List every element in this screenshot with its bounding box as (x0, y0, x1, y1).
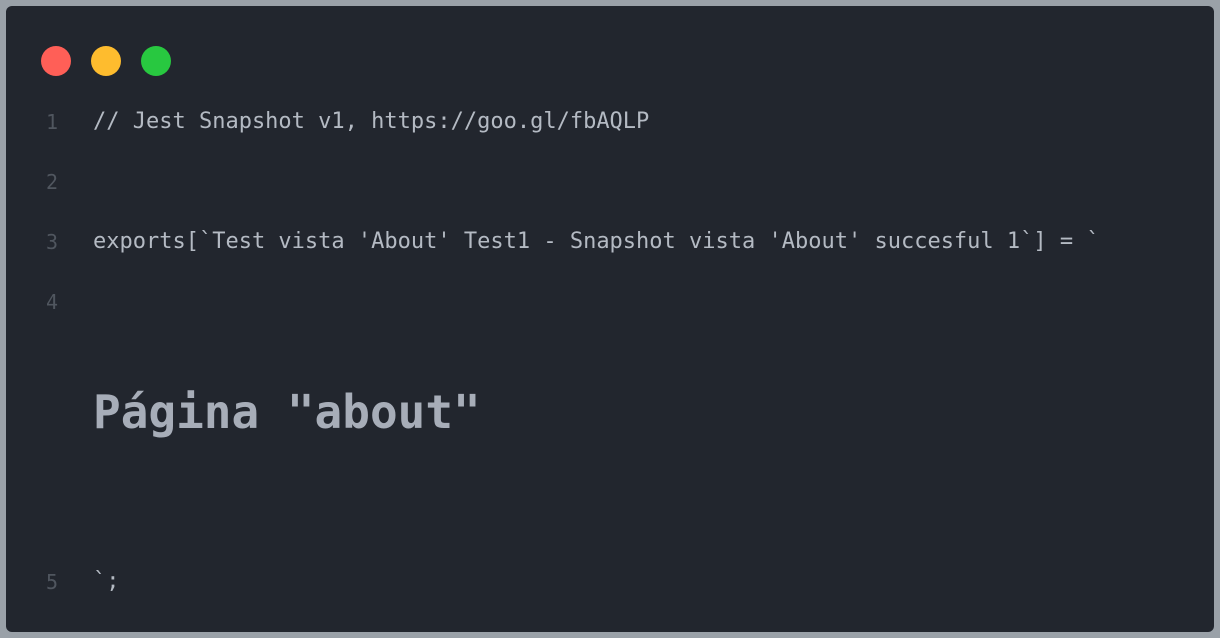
maximize-window-icon[interactable] (141, 46, 171, 76)
close-window-icon[interactable] (41, 46, 71, 76)
code-line-exports: exports[`Test vista 'About' Test1 - Snap… (93, 229, 1100, 254)
line-number: 1 (45, 110, 58, 134)
code-line-end: `; (93, 569, 120, 594)
line-number: 5 (45, 570, 58, 594)
code-line-comment: // Jest Snapshot v1, https://goo.gl/fbAQ… (93, 109, 650, 134)
rendered-heading: Página "about" (93, 385, 481, 439)
minimize-window-icon[interactable] (91, 46, 121, 76)
line-number: 2 (45, 170, 58, 194)
code-window: 1 // Jest Snapshot v1, https://goo.gl/fb… (6, 6, 1214, 632)
line-number: 3 (45, 230, 58, 254)
line-number: 4 (45, 290, 58, 314)
